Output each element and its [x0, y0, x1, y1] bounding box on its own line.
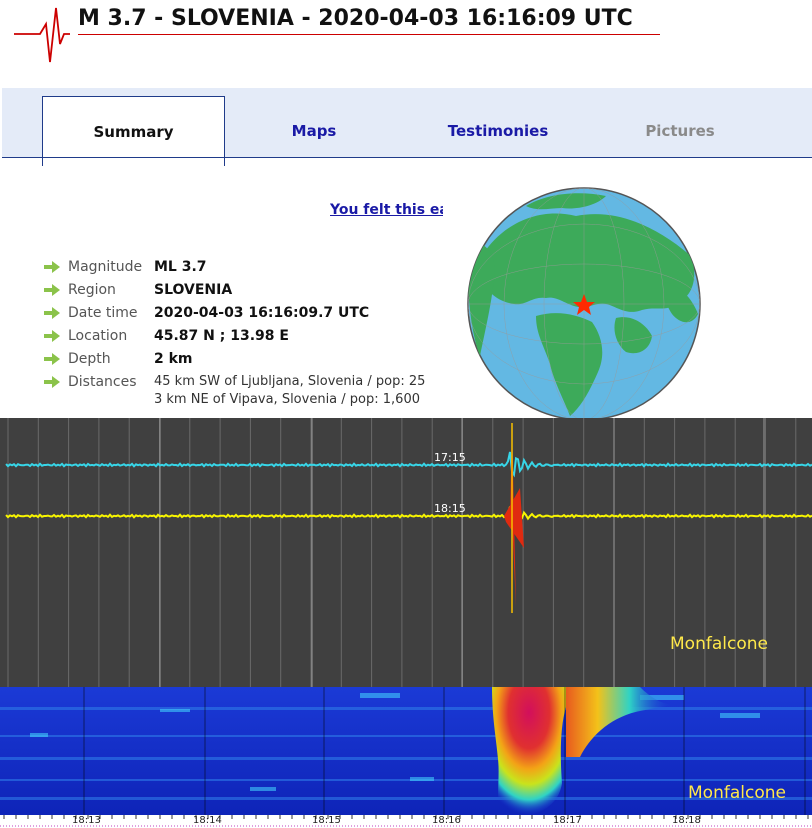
spectrogram-panel: Monfalcone — [0, 687, 812, 815]
green-arrow-icon — [44, 353, 60, 365]
detail-label: Region — [68, 282, 116, 298]
tab-pictures[interactable]: Pictures — [590, 96, 770, 166]
green-arrow-icon — [44, 376, 60, 388]
detail-value: 45 km SW of Ljubljana, Slovenia / pop: 2… — [154, 374, 426, 389]
trace-yellow — [5, 506, 812, 526]
detail-label: Depth — [68, 351, 111, 367]
time-label-5: 18:17 — [553, 815, 582, 826]
page-title: M 3.7 - SLOVENIA - 2020-04-03 16:16:09 U… — [78, 6, 633, 31]
spectrogram-station-label: Monfalcone — [688, 783, 786, 803]
detail-label: Magnitude — [68, 259, 143, 275]
tab-maps[interactable]: Maps — [224, 96, 404, 166]
detail-label: Date time — [68, 305, 138, 321]
time-label-1: 18:13 — [72, 815, 101, 826]
time-label-6: 18:18 — [672, 815, 701, 826]
detail-label: Location — [68, 328, 128, 344]
detail-value: 2020-04-03 16:16:09.7 UTC — [154, 305, 370, 321]
detail-value: SLOVENIA — [154, 282, 233, 298]
tab-divider — [2, 157, 812, 158]
event-spike — [504, 423, 524, 608]
time-label-3: 18:15 — [312, 815, 341, 826]
seismogram-logo-icon — [14, 7, 70, 63]
green-arrow-icon — [44, 307, 60, 319]
distance-line-2: 3 km NE of Vipava, Slovenia / pop: 1,600 — [154, 392, 420, 407]
green-arrow-icon — [44, 284, 60, 296]
detail-value: ML 3.7 — [154, 259, 207, 275]
page-header: M 3.7 - SLOVENIA - 2020-04-03 16:16:09 U… — [0, 0, 812, 70]
tab-bar: Summary Maps Testimonies Pictures — [2, 88, 812, 166]
tab-testimonies[interactable]: Testimonies — [404, 96, 592, 166]
detail-label: Distances — [68, 374, 137, 390]
trace-time-1: 17:15 — [434, 451, 466, 464]
time-label-4: 18:16 — [432, 815, 461, 826]
seismogram-panel: 17:15 18:15 Monfalcone — [0, 418, 812, 688]
time-label-2: 18:14 — [193, 815, 222, 826]
tab-summary[interactable]: Summary — [42, 96, 225, 166]
title-underline — [78, 34, 660, 35]
globe-map[interactable] — [466, 186, 702, 422]
seismogram-station-label: Monfalcone — [670, 634, 768, 654]
green-arrow-icon — [44, 330, 60, 342]
felt-it-link[interactable]: You felt this ea — [330, 202, 443, 218]
green-arrow-icon — [44, 261, 60, 273]
trace-cyan — [5, 451, 812, 478]
time-axis: 18:13 18:14 18:15 18:16 18:17 18:18 — [0, 815, 812, 828]
detail-value: 2 km — [154, 351, 193, 367]
detail-value: 45.87 N ; 13.98 E — [154, 328, 289, 344]
trace-time-2: 18:15 — [434, 502, 466, 515]
